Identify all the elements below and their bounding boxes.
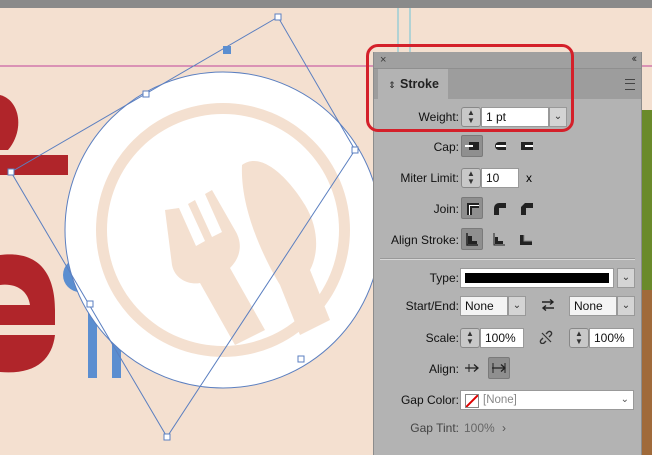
swap-arrows-icon[interactable] xyxy=(537,294,559,316)
cap-row: Cap: xyxy=(374,135,641,159)
scale-start-spinner-icon[interactable]: ▲ ▼ xyxy=(460,328,480,348)
join-bevel-icon[interactable] xyxy=(515,197,537,219)
type-label: Type: xyxy=(429,271,459,285)
scale-row: Scale: ▲ ▼ 100% ▲ ▼ 100% xyxy=(374,326,641,350)
link-icon[interactable] xyxy=(535,326,557,348)
align-stroke-row: Align Stroke: xyxy=(374,228,641,252)
miter-limit-row: Miter Limit: ▲ ▼ 10 x xyxy=(374,166,641,190)
solid-line-swatch xyxy=(465,273,609,283)
scale-end-input[interactable]: 100% xyxy=(589,328,634,348)
red-letter-top xyxy=(0,95,19,150)
cap-projecting-icon[interactable] xyxy=(515,135,537,157)
document-top-bar xyxy=(0,0,652,8)
type-chevron-down-icon[interactable]: ⌄ xyxy=(617,268,635,288)
join-miter-icon[interactable] xyxy=(461,197,483,219)
align-outside-icon[interactable] xyxy=(515,228,537,250)
join-round-icon[interactable] xyxy=(488,197,510,219)
cap-butt-icon[interactable] xyxy=(461,135,483,157)
arrow-align-icon[interactable] xyxy=(488,357,510,379)
arrow-extend-icon[interactable] xyxy=(461,357,483,379)
gap-color-row: Gap Color: [None] ⌄ xyxy=(374,388,641,412)
plate-logo xyxy=(64,71,382,389)
miter-spinner-icon[interactable]: ▲ ▼ xyxy=(461,168,481,188)
panel-menu-icon[interactable] xyxy=(625,79,635,90)
divider xyxy=(380,258,635,260)
gap-color-chevron-down-icon: ⌄ xyxy=(620,394,629,405)
callout-highlight xyxy=(366,44,574,132)
scale-end-spinner-icon[interactable]: ▲ ▼ xyxy=(569,328,589,348)
type-row: Type: ⌄ xyxy=(374,266,641,290)
stroke-type-select[interactable] xyxy=(460,268,614,288)
gap-tint-row: Gap Tint: 100% › xyxy=(374,416,641,440)
scale-label: Scale: xyxy=(425,331,459,345)
align-inside-icon[interactable] xyxy=(488,228,510,250)
end-chevron-down-icon[interactable]: ⌄ xyxy=(617,296,635,316)
join-label: Join: xyxy=(433,202,459,216)
start-select[interactable]: None xyxy=(460,296,508,316)
miter-limit-input[interactable]: 10 xyxy=(481,168,519,188)
align-row: Align: xyxy=(374,357,641,381)
miter-suffix: x xyxy=(526,171,532,185)
align-stroke-label: Align Stroke: xyxy=(390,233,459,247)
miter-limit-label: Miter Limit: xyxy=(400,171,459,185)
cap-label: Cap: xyxy=(433,140,459,154)
start-end-row: Start/End: None ⌄ None ⌄ xyxy=(374,294,641,318)
gap-tint-chevron-right-icon[interactable]: › xyxy=(502,416,506,440)
cap-round-icon[interactable] xyxy=(488,135,510,157)
align-center-icon[interactable] xyxy=(461,228,483,250)
join-row: Join: xyxy=(374,197,641,221)
end-select[interactable]: None xyxy=(569,296,617,316)
gap-tint-label: Gap Tint: xyxy=(410,421,459,435)
collapse-icon[interactable]: ‹‹ xyxy=(632,52,638,66)
red-letter-e xyxy=(0,254,55,373)
scale-start-input[interactable]: 100% xyxy=(480,328,524,348)
start-chevron-down-icon[interactable]: ⌄ xyxy=(508,296,526,316)
none-swatch-icon xyxy=(465,394,479,408)
gap-tint-value[interactable]: 100% xyxy=(464,416,495,440)
start-end-label: Start/End: xyxy=(405,299,459,313)
gap-color-select[interactable]: [None] ⌄ xyxy=(460,390,634,410)
center-point xyxy=(223,46,231,54)
gap-color-value: [None] xyxy=(483,394,517,406)
gap-color-label: Gap Color: xyxy=(400,393,459,407)
align-label: Align: xyxy=(428,362,459,376)
